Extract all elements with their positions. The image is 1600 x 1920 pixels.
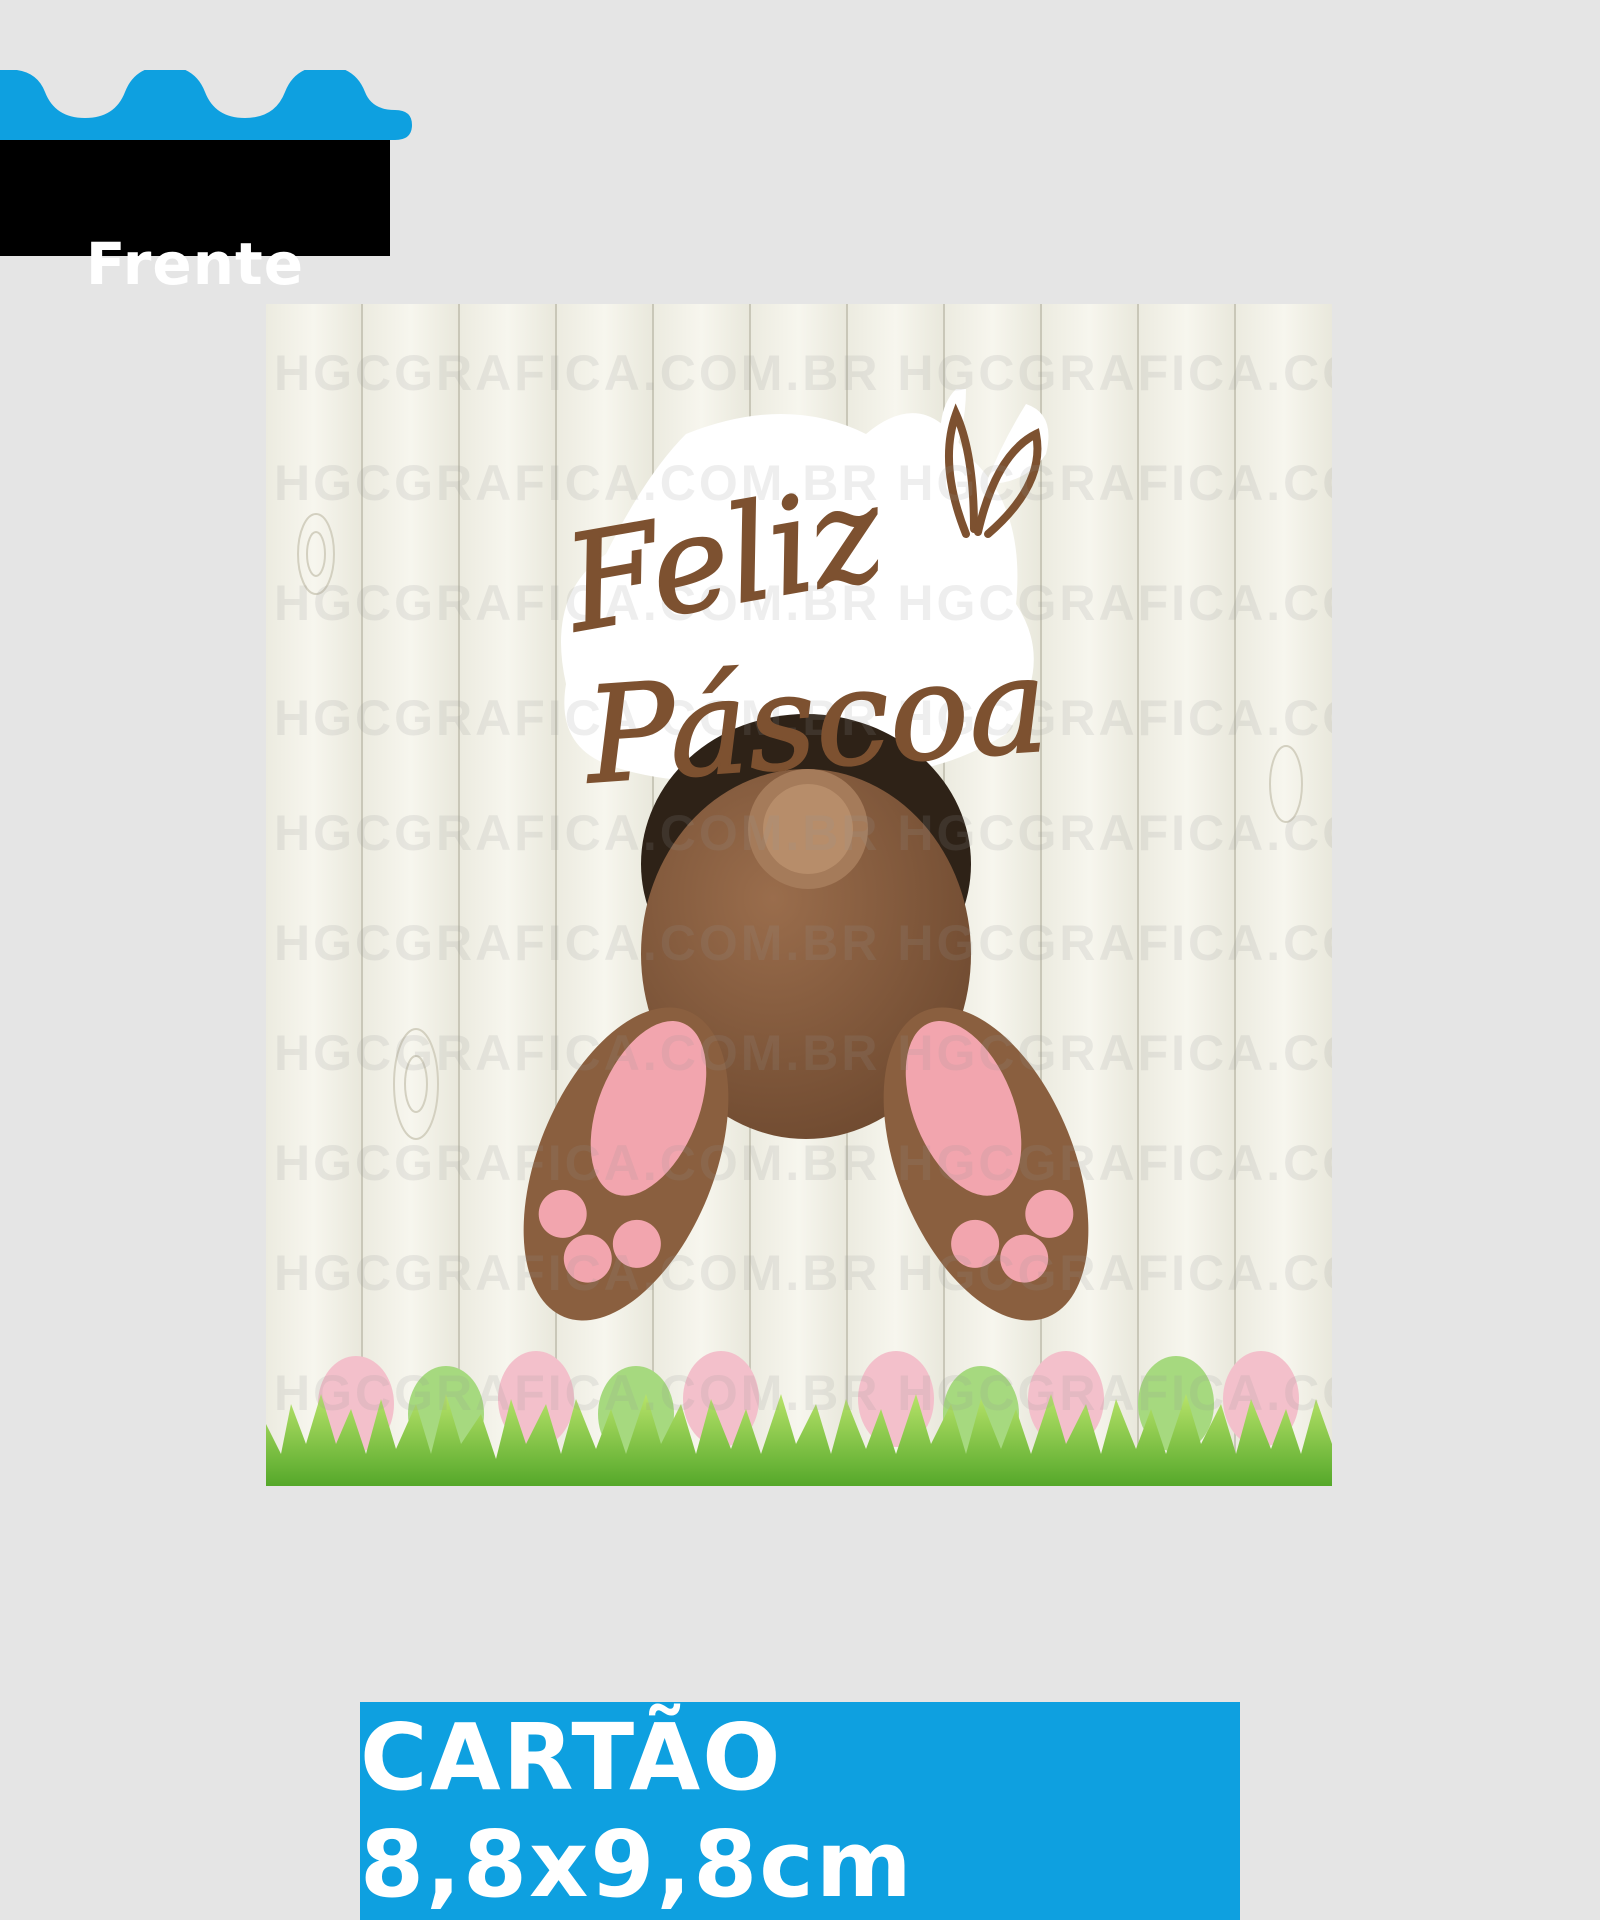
size-label: CARTÃO 8,8x9,8cm <box>360 1702 1240 1920</box>
card-front: HGCGRAFICA.COM.BR HGCGRAFICA.COM.BR HGCG… <box>266 304 1332 1486</box>
front-tag: Frente <box>0 70 412 298</box>
greeting-line-2: Páscoa <box>580 627 1053 815</box>
